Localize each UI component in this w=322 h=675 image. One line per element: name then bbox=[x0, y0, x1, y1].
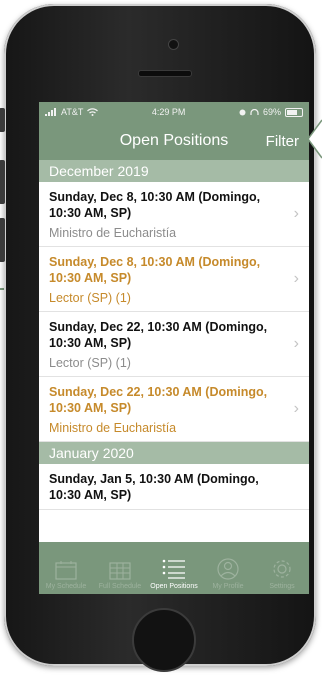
callout-pointer bbox=[307, 119, 322, 159]
list-item-date: Sunday, Jan 5, 10:30 AM (Domingo, 10:30 … bbox=[49, 472, 259, 502]
chevron-right-icon: › bbox=[293, 400, 299, 417]
phone-frame: AT&T 4:29 PM 69% Open Positions Filter D… bbox=[0, 4, 316, 672]
chevron-right-icon: › bbox=[293, 270, 299, 287]
tab-label: Open Positions bbox=[150, 583, 198, 590]
list-item[interactable]: Sunday, Dec 22, 10:30 AM (Domingo, 10:30… bbox=[39, 377, 309, 442]
tab-open-positions[interactable]: Open Positions bbox=[147, 542, 201, 594]
tab-bar: My Schedule Full Schedule Open Positions… bbox=[39, 542, 309, 594]
wifi-icon bbox=[87, 108, 99, 116]
mute-switch bbox=[0, 108, 5, 132]
list-icon bbox=[162, 559, 185, 579]
status-bar: AT&T 4:29 PM 69% bbox=[39, 102, 309, 122]
front-camera bbox=[168, 39, 179, 50]
list-item[interactable]: Sunday, Jan 5, 10:30 AM (Domingo, 10:30 … bbox=[39, 464, 309, 510]
list-item-role: Ministro de Eucharistía bbox=[49, 226, 177, 240]
list-item-date: Sunday, Dec 22, 10:30 AM (Domingo, 10:30… bbox=[49, 320, 268, 350]
tab-my-schedule[interactable]: My Schedule bbox=[39, 542, 93, 594]
headphones-icon bbox=[250, 108, 259, 115]
positions-list: December 2019 Sunday, Dec 8, 10:30 AM (D… bbox=[39, 160, 309, 510]
list-item-date: Sunday, Dec 22, 10:30 AM (Domingo, 10:30… bbox=[49, 385, 268, 415]
list-item[interactable]: Sunday, Dec 22, 10:30 AM (Domingo, 10:30… bbox=[39, 312, 309, 377]
earpiece-speaker bbox=[138, 70, 192, 77]
tab-my-profile[interactable]: My Profile bbox=[201, 542, 255, 594]
list-item-role: Ministro de Eucharistía bbox=[49, 421, 177, 435]
battery-icon bbox=[284, 107, 303, 117]
list-item-date: Sunday, Dec 8, 10:30 AM (Domingo, 10:30 … bbox=[49, 255, 261, 285]
chevron-right-icon: › bbox=[293, 205, 299, 222]
tab-label: Full Schedule bbox=[98, 583, 142, 590]
tab-label: My Schedule bbox=[45, 583, 87, 590]
nav-bar: Open Positions Filter bbox=[39, 122, 309, 160]
profile-icon bbox=[217, 558, 239, 580]
home-button[interactable] bbox=[132, 608, 196, 672]
list-item-date: Sunday, Dec 8, 10:30 AM (Domingo, 10:30 … bbox=[49, 190, 261, 220]
volume-down-button bbox=[0, 218, 5, 262]
time-label: 4:29 PM bbox=[151, 107, 186, 117]
list-item-role: Lector (SP) (1) bbox=[49, 291, 131, 305]
calendar-grid-icon bbox=[109, 562, 131, 580]
signal-icon bbox=[45, 108, 56, 116]
filter-button[interactable]: Filter bbox=[266, 133, 299, 150]
tab-label: Settings bbox=[269, 583, 295, 590]
list-item-role: Lector (SP) (1) bbox=[49, 356, 131, 370]
carrier-label: AT&T bbox=[61, 107, 84, 117]
volume-up-button bbox=[0, 160, 5, 204]
alarm-icon bbox=[239, 109, 246, 115]
tab-label: My Profile bbox=[212, 583, 244, 590]
tab-settings[interactable]: Settings bbox=[255, 542, 309, 594]
calendar-icon bbox=[55, 561, 77, 580]
section-header-december: December 2019 bbox=[39, 160, 309, 182]
gear-icon bbox=[273, 560, 291, 578]
list-item[interactable]: Sunday, Dec 8, 10:30 AM (Domingo, 10:30 … bbox=[39, 247, 309, 312]
tab-full-schedule[interactable]: Full Schedule bbox=[93, 542, 147, 594]
battery-percent: 69% bbox=[262, 107, 281, 117]
chevron-right-icon: › bbox=[293, 335, 299, 352]
section-header-january: January 2020 bbox=[39, 442, 309, 464]
app-screen: AT&T 4:29 PM 69% Open Positions Filter D… bbox=[39, 102, 309, 594]
list-item[interactable]: Sunday, Dec 8, 10:30 AM (Domingo, 10:30 … bbox=[39, 182, 309, 247]
